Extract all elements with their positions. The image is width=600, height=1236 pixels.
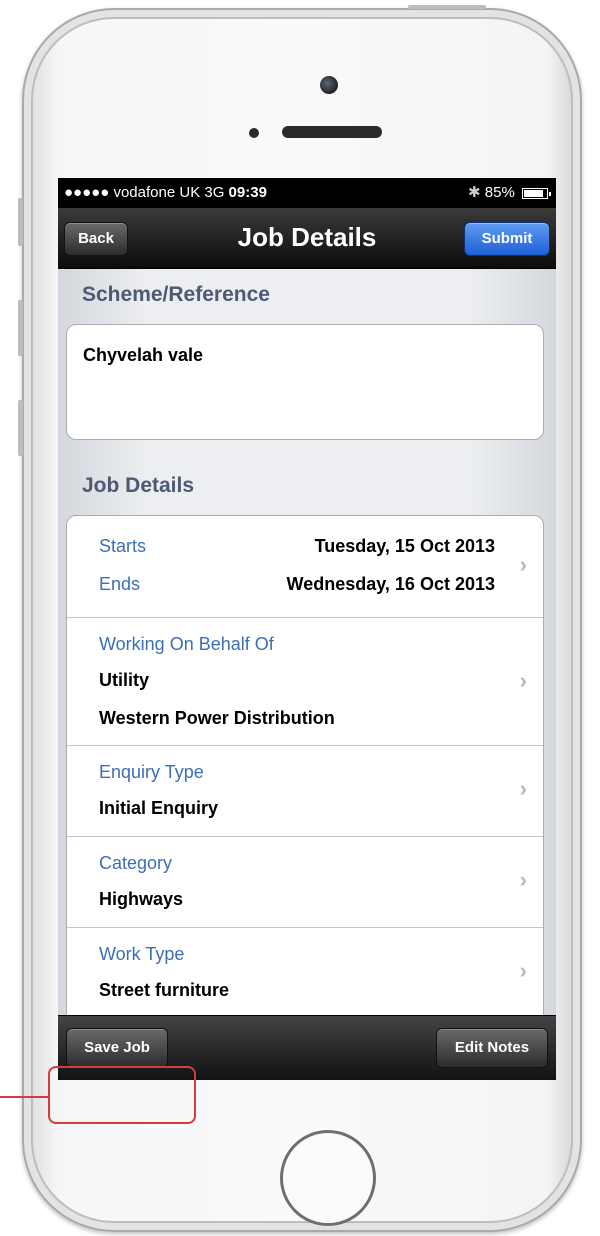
proximity-sensor — [249, 128, 259, 138]
behalf-row[interactable]: Working On Behalf Of Utility Western Pow… — [67, 618, 543, 746]
submit-button[interactable]: Submit — [464, 222, 550, 256]
scheme-reference-field[interactable]: Chyvelah vale — [66, 324, 544, 440]
navigation-bar: Job Details Back Submit — [58, 208, 556, 269]
mute-switch — [18, 198, 23, 246]
enquiry-type-row[interactable]: Enquiry Type Initial Enquiry › — [67, 746, 543, 837]
back-button[interactable]: Back — [64, 222, 128, 256]
home-button[interactable] — [280, 1130, 376, 1226]
behalf-value-type: Utility — [99, 670, 150, 690]
job-details-content[interactable]: Scheme/Reference Chyvelah vale Job Detai… — [58, 269, 556, 1015]
category-label: Category — [99, 853, 173, 873]
work-type-row[interactable]: Work Type Street furniture › — [67, 928, 543, 1015]
job-details-group: Starts Tuesday, 15 Oct 2013 Ends Wednesd… — [66, 515, 544, 1015]
behalf-value-company: Western Power Distribution — [99, 708, 335, 728]
scheme-reference-header: Scheme/Reference — [82, 283, 270, 306]
chevron-right-icon: › — [519, 867, 527, 892]
chevron-right-icon: › — [519, 776, 527, 801]
save-job-button[interactable]: Save Job — [66, 1028, 168, 1068]
battery-percent: 85% — [484, 184, 515, 201]
chevron-right-icon: › — [519, 552, 527, 577]
scheme-reference-value: Chyvelah vale — [83, 345, 204, 365]
chevron-right-icon: › — [519, 958, 527, 983]
dates-row[interactable]: Starts Tuesday, 15 Oct 2013 Ends Wednesd… — [67, 516, 543, 618]
power-button — [408, 5, 486, 9]
ends-value: Wednesday, 16 Oct 2013 — [286, 574, 495, 594]
starts-label: Starts — [99, 536, 147, 556]
bluetooth-icon: ✱ — [468, 184, 481, 201]
starts-value: Tuesday, 15 Oct 2013 — [314, 536, 495, 556]
earpiece-speaker — [282, 126, 382, 138]
behalf-label: Working On Behalf Of — [99, 634, 274, 654]
volume-down-button — [18, 400, 23, 456]
front-camera-icon — [320, 76, 338, 94]
volume-up-button — [18, 300, 23, 356]
job-details-header: Job Details — [82, 474, 195, 497]
battery-icon — [522, 187, 551, 199]
work-type-value: Street furniture — [99, 980, 230, 1000]
category-row[interactable]: Category Highways › — [67, 837, 543, 928]
status-bar: ●●●●● vodafone UK 3G 09:39 ✱ 85% — [58, 178, 556, 208]
enquiry-type-label: Enquiry Type — [99, 762, 204, 782]
save-job-highlight — [48, 1066, 196, 1124]
work-type-label: Work Type — [99, 944, 185, 964]
annotation-callout-line — [0, 1096, 49, 1098]
ends-label: Ends — [99, 574, 141, 594]
enquiry-type-value: Initial Enquiry — [99, 798, 219, 818]
chevron-right-icon: › — [519, 668, 527, 693]
category-value: Highways — [99, 889, 184, 909]
clock: 09:39 — [228, 184, 267, 201]
carrier-signal: ●●●●● vodafone UK 3G — [64, 184, 225, 201]
screen: ●●●●● vodafone UK 3G 09:39 ✱ 85% Job Det… — [58, 178, 556, 1080]
edit-notes-button[interactable]: Edit Notes — [436, 1028, 548, 1068]
